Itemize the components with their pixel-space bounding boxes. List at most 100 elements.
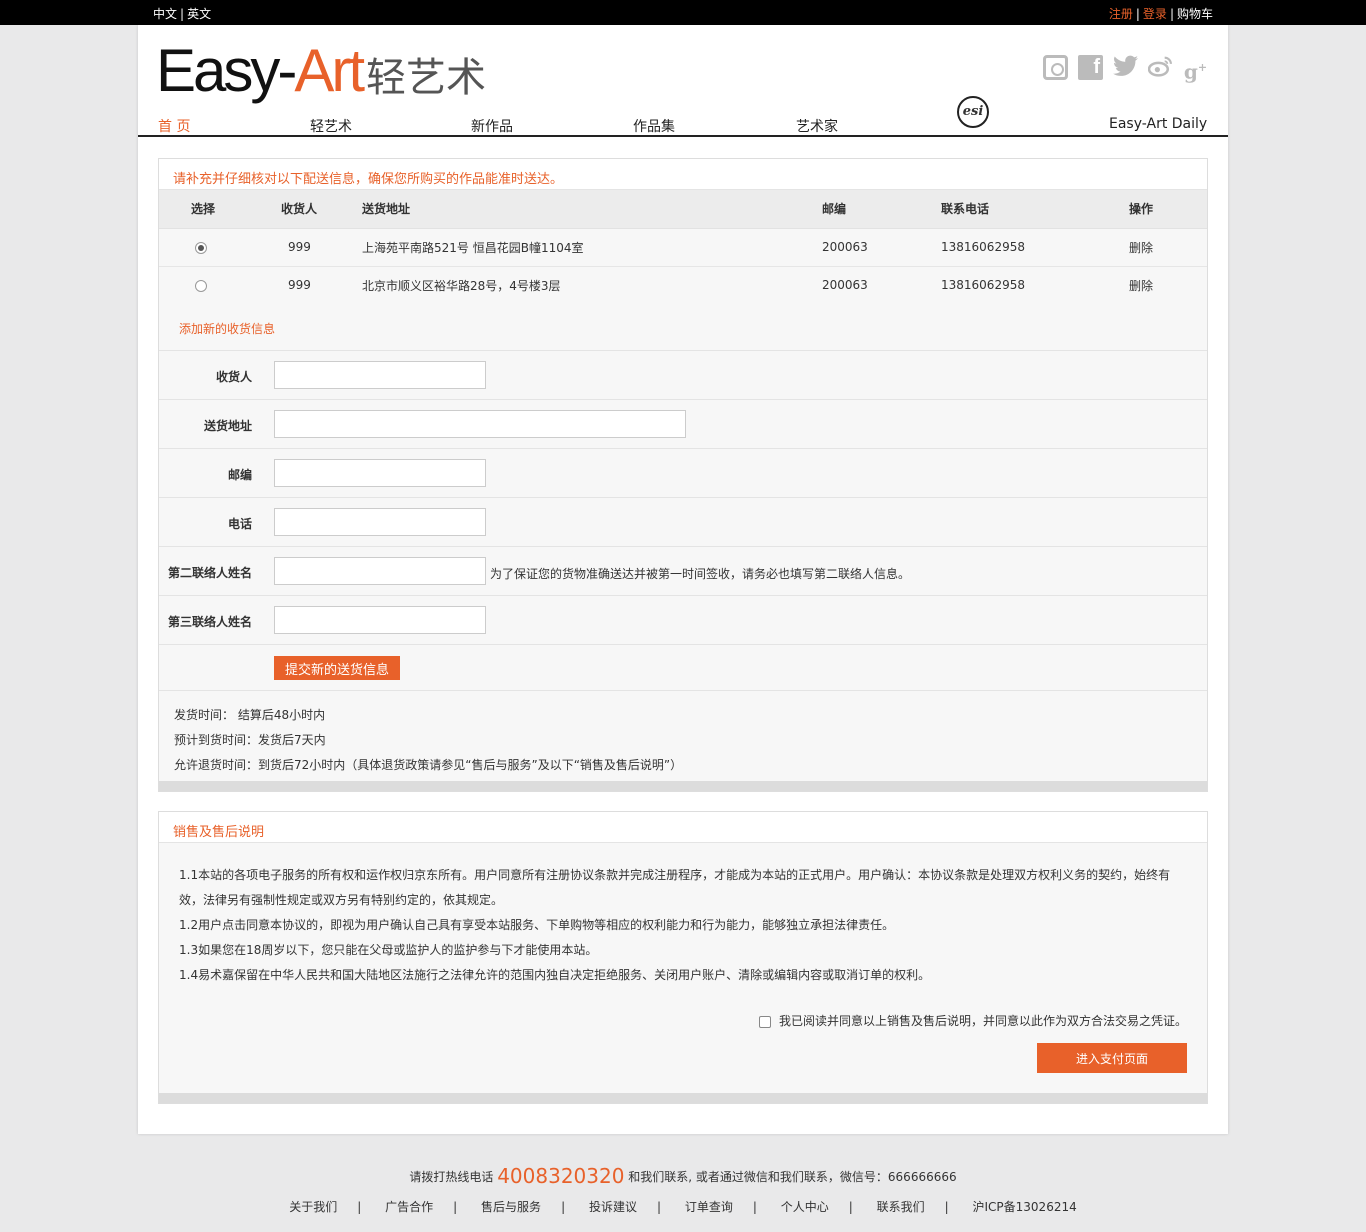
terms-p4: 1.4易术嘉保留在中华人民共和国大陆地区法施行之法律允许的范围内独自决定拒绝服务…	[179, 968, 931, 982]
contact2-label: 第二联络人姓名	[167, 566, 252, 580]
terms-panel: 销售及售后说明 1.1本站的各项电子服务的所有权和运作权归京东所有。用户同意所有…	[158, 811, 1208, 1104]
nav-item-artists[interactable]: 艺术家	[796, 116, 838, 136]
phone-label: 电话	[227, 517, 252, 531]
footer-link-complaint[interactable]: 投诉建议	[589, 1200, 637, 1214]
add-new-address-heading: 添加新的收货信息	[159, 304, 1207, 351]
form-row-phone: 电话	[159, 498, 1207, 547]
row-address: 上海苑平南路521号 恒昌花园B幢1104室	[362, 228, 822, 267]
form-row-receiver: 收货人	[159, 351, 1207, 400]
social-links: f g+	[1043, 55, 1208, 84]
col-select: 选择	[159, 190, 267, 229]
twitter-icon[interactable]	[1113, 55, 1138, 80]
footer-link-orders[interactable]: 订单查询	[685, 1200, 733, 1214]
nav-item-light-art[interactable]: 轻艺术	[310, 116, 352, 136]
form-row-contact2: 第二联络人姓名 为了保证您的货物准确送达并被第一时间签收，请务必也填写第二联络人…	[159, 547, 1207, 596]
agree-label: 我已阅读并同意以上销售及售后说明，并同意以此作为双方合法交易之凭证。	[778, 1014, 1187, 1028]
pay-button[interactable]: 进入支付页面	[1037, 1043, 1187, 1073]
zip-label: 邮编	[227, 468, 252, 482]
delete-link[interactable]: 删除	[1129, 228, 1207, 267]
top-bar: 中文 | 英文 注册 | 登录 | 购物车	[0, 0, 1366, 25]
instagram-icon[interactable]	[1043, 55, 1068, 80]
terms-p2: 1.2用户点击同意本协议的，即视为用户确认自己具有享受本站服务、下单购物等相应的…	[179, 918, 895, 932]
user-links: 注册 | 登录 | 购物车	[1108, 7, 1213, 21]
arrive-time: 预计到货时间：发货后7天内	[174, 733, 326, 747]
footer-link-service[interactable]: 售后与服务	[481, 1200, 541, 1214]
site-logo[interactable]: Easy-Art 轻艺术	[156, 41, 486, 108]
agree-checkbox[interactable]	[759, 1015, 772, 1028]
weibo-icon[interactable]	[1147, 55, 1173, 80]
main-container: Easy-Art 轻艺术 f g+ 首 页 轻艺术 新作品 作品集 艺术家 esi…	[138, 25, 1228, 1134]
submit-address-button[interactable]: 提交新的送货信息	[274, 656, 400, 680]
panel-footer-bar	[159, 1093, 1207, 1103]
receiver-input[interactable]	[274, 361, 486, 389]
table-row: 999 北京市顺义区裕华路28号，4号楼3层 200063 1381606295…	[159, 266, 1207, 304]
form-row-address: 送货地址	[159, 400, 1207, 449]
address-radio[interactable]	[195, 241, 207, 254]
col-zip: 邮编	[822, 190, 941, 229]
address-table: 选择 收货人 送货地址 邮编 联系电话 操作 999 上海苑平南路521号 恒昌…	[159, 190, 1207, 304]
nav-item-new-works[interactable]: 新作品	[471, 116, 513, 136]
facebook-icon[interactable]: f	[1078, 55, 1103, 80]
nav-item-collections[interactable]: 作品集	[633, 116, 675, 136]
terms-p3: 1.3如果您在18周岁以下，您只能在父母或监护人的监护参与下才能使用本站。	[179, 943, 598, 957]
google-plus-icon[interactable]: g+	[1183, 55, 1208, 84]
lang-english-link[interactable]: 英文	[187, 7, 211, 21]
ship-time: 发货时间： 结算后48小时内	[174, 708, 326, 722]
main-nav: 首 页 轻艺术 新作品 作品集 艺术家 esi Easy-Art Daily	[138, 96, 1228, 137]
row-phone: 13816062958	[941, 228, 1129, 267]
terms-text: 1.1本站的各项电子服务的所有权和运作权归京东所有。用户同意所有注册协议条款并完…	[179, 863, 1179, 988]
row-zip: 200063	[822, 228, 941, 267]
zip-input[interactable]	[274, 459, 486, 487]
form-row-contact3: 第三联络人姓名	[159, 596, 1207, 645]
footer-links: 关于我们 | 广告合作 | 售后与服务 | 投诉建议 | 订单查询 | 个人中心 | 联系我…	[289, 1200, 1077, 1214]
register-link[interactable]: 注册	[1109, 7, 1133, 21]
col-receiver: 收货人	[267, 190, 362, 229]
login-link[interactable]: 登录	[1143, 7, 1167, 21]
hotline-pre: 请拨打热线电话	[409, 1170, 494, 1184]
return-time: 允许退货时间：到货后72小时内（具体退货政策请参见“售后与服务”及以下“销售及售…	[174, 758, 683, 772]
cart-link[interactable]: 购物车	[1177, 7, 1213, 21]
form-row-submit: 提交新的送货信息	[159, 645, 1207, 691]
address-table-header: 选择 收货人 送货地址 邮编 联系电话 操作	[159, 190, 1207, 229]
footer-link-account[interactable]: 个人中心	[781, 1200, 829, 1214]
address-label: 送货地址	[203, 419, 252, 433]
panel-footer-bar	[159, 781, 1207, 791]
language-switch: 中文 | 英文	[153, 7, 212, 21]
esi-logo-icon[interactable]: esi	[957, 96, 989, 128]
terms-p1: 1.1本站的各项电子服务的所有权和运作权归京东所有。用户同意所有注册协议条款并完…	[179, 868, 1171, 907]
address-radio[interactable]	[195, 279, 207, 292]
footer-icp: 沪ICP备13026214	[972, 1200, 1077, 1214]
form-row-zip: 邮编	[159, 449, 1207, 498]
address-input[interactable]	[274, 410, 686, 438]
footer-hotline: 请拨打热线电话 4008320320 和我们联系, 或者通过微信和我们联系，微信…	[0, 1164, 1366, 1188]
phone-input[interactable]	[274, 508, 486, 536]
row-zip: 200063	[822, 278, 868, 293]
agree-row: 我已阅读并同意以上销售及售后说明，并同意以此作为双方合法交易之凭证。	[759, 1012, 1187, 1029]
lang-chinese-link[interactable]: 中文	[153, 7, 177, 21]
delete-link[interactable]: 删除	[1129, 266, 1207, 304]
contact2-input[interactable]	[274, 557, 486, 585]
row-receiver: 999	[267, 228, 362, 267]
footer-link-contact[interactable]: 联系我们	[877, 1200, 925, 1214]
nav-item-daily[interactable]: Easy-Art Daily	[1109, 116, 1207, 132]
row-phone: 13816062958	[941, 278, 1025, 293]
row-receiver: 999	[288, 278, 311, 293]
col-action: 操作	[1129, 190, 1207, 229]
receiver-label: 收货人	[215, 370, 252, 384]
logo-cn: 轻艺术	[366, 56, 487, 100]
nav-item-home[interactable]: 首 页	[158, 116, 190, 136]
row-address: 北京市顺义区裕华路28号，4号楼3层	[362, 278, 561, 293]
col-address: 送货地址	[362, 190, 822, 229]
logo-art: Art	[294, 37, 365, 104]
shipping-panel: 请补充并仔细核对以下配送信息，确保您所购买的作品能准时送达。 选择 收货人 送货…	[158, 158, 1208, 792]
col-phone: 联系电话	[941, 190, 1129, 229]
contact2-note: 为了保证您的货物准确送达并被第一时间签收，请务必也填写第二联络人信息。	[490, 567, 911, 581]
table-row: 999 上海苑平南路521号 恒昌花园B幢1104室 200063 138160…	[159, 228, 1207, 267]
footer-link-ads[interactable]: 广告合作	[385, 1200, 433, 1214]
terms-title: 销售及售后说明	[159, 812, 1207, 843]
hotline-post: 和我们联系, 或者通过微信和我们联系，微信号：666666666	[628, 1170, 957, 1184]
footer-link-about[interactable]: 关于我们	[289, 1200, 337, 1214]
contact3-input[interactable]	[274, 606, 486, 634]
shipping-title: 请补充并仔细核对以下配送信息，确保您所购买的作品能准时送达。	[159, 159, 1207, 190]
logo-easy: Easy-	[156, 37, 297, 104]
